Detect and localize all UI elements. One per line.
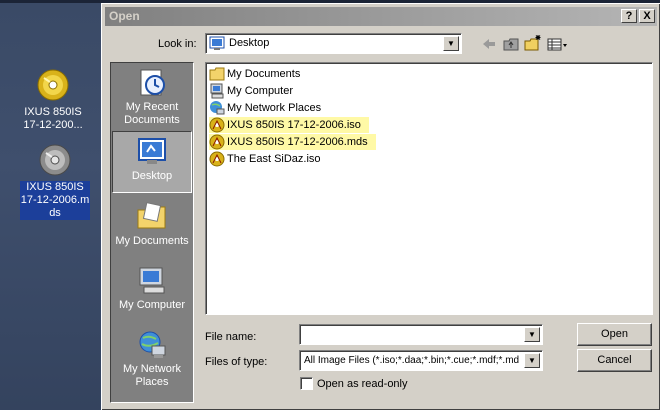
place-my-computer[interactable]: My Computer: [112, 265, 192, 317]
image-file-icon: [209, 117, 225, 133]
desktop-icon: [209, 35, 225, 51]
read-only-label: Open as read-only: [317, 378, 408, 390]
files-of-type-label: Files of type:: [205, 356, 268, 368]
view-menu-icon[interactable]: [546, 35, 570, 53]
open-button[interactable]: Open: [577, 323, 652, 346]
chevron-down-icon[interactable]: ▼: [524, 327, 540, 342]
files-of-type-dropdown[interactable]: All Image Files (*.iso;*.daa;*.bin;*.cue…: [299, 350, 543, 371]
folder-icon: [135, 201, 169, 233]
file-list[interactable]: My Documents My Computer My Network Plac…: [205, 62, 653, 315]
file-name-label: File name:: [205, 331, 257, 343]
computer-icon: [135, 265, 169, 297]
help-button[interactable]: ?: [621, 9, 637, 23]
computer-icon: [209, 83, 225, 99]
look-in-dropdown[interactable]: Desktop ▼: [205, 33, 462, 54]
place-my-recent-documents[interactable]: My Recent Documents: [112, 67, 192, 129]
file-item[interactable]: My Network Places: [209, 100, 321, 116]
file-name-input[interactable]: ▼: [299, 324, 543, 345]
place-my-documents[interactable]: My Documents: [112, 201, 192, 253]
file-item[interactable]: My Documents: [209, 66, 300, 82]
dialog-titlebar[interactable]: Open ? X: [105, 7, 657, 26]
open-dialog: Open ? X Look in: Desktop ▼ My Recent Doc…: [101, 3, 660, 410]
chevron-down-icon[interactable]: ▼: [524, 353, 540, 368]
image-file-icon: [209, 134, 225, 150]
desktop-icon-iso[interactable]: IXUS 850IS 17-12-200...: [13, 68, 93, 132]
file-item[interactable]: My Computer: [209, 83, 293, 99]
chevron-down-icon[interactable]: ▼: [443, 36, 459, 51]
cancel-button[interactable]: Cancel: [577, 349, 652, 372]
dialog-title: Open: [109, 9, 140, 23]
recent-documents-icon: [135, 67, 169, 99]
disc-image-icon: [36, 68, 70, 102]
desktop-icon-mds[interactable]: IXUS 850IS 17-12-2006.m ds: [15, 143, 95, 220]
network-icon: [209, 100, 225, 116]
network-icon: [135, 329, 169, 361]
file-item[interactable]: The East SiDaz.iso: [209, 151, 321, 167]
folder-icon: [209, 66, 225, 82]
places-bar: My Recent Documents Desktop My Documents …: [110, 62, 194, 403]
disc-image-icon: [38, 143, 72, 177]
look-in-value: Desktop: [229, 37, 270, 49]
place-desktop[interactable]: Desktop: [112, 131, 192, 193]
file-item-highlighted[interactable]: IXUS 850IS 17-12-2006.mds: [209, 134, 376, 150]
desktop-icon-label: IXUS 850IS 17-12-2006.m ds: [19, 181, 91, 220]
image-file-icon: [209, 151, 225, 167]
look-in-label: Look in:: [158, 38, 197, 50]
file-item-highlighted[interactable]: IXUS 850IS 17-12-2006.iso: [209, 117, 369, 133]
read-only-checkbox[interactable]: [300, 377, 313, 390]
place-my-network-places[interactable]: My Network Places: [112, 329, 192, 391]
up-folder-icon[interactable]: [501, 35, 521, 53]
desktop-icon-label: IXUS 850IS 17-12-200...: [23, 106, 83, 131]
back-icon[interactable]: [479, 35, 499, 53]
close-button[interactable]: X: [639, 9, 655, 23]
new-folder-icon[interactable]: [523, 34, 543, 52]
desktop-place-icon: [135, 136, 169, 168]
